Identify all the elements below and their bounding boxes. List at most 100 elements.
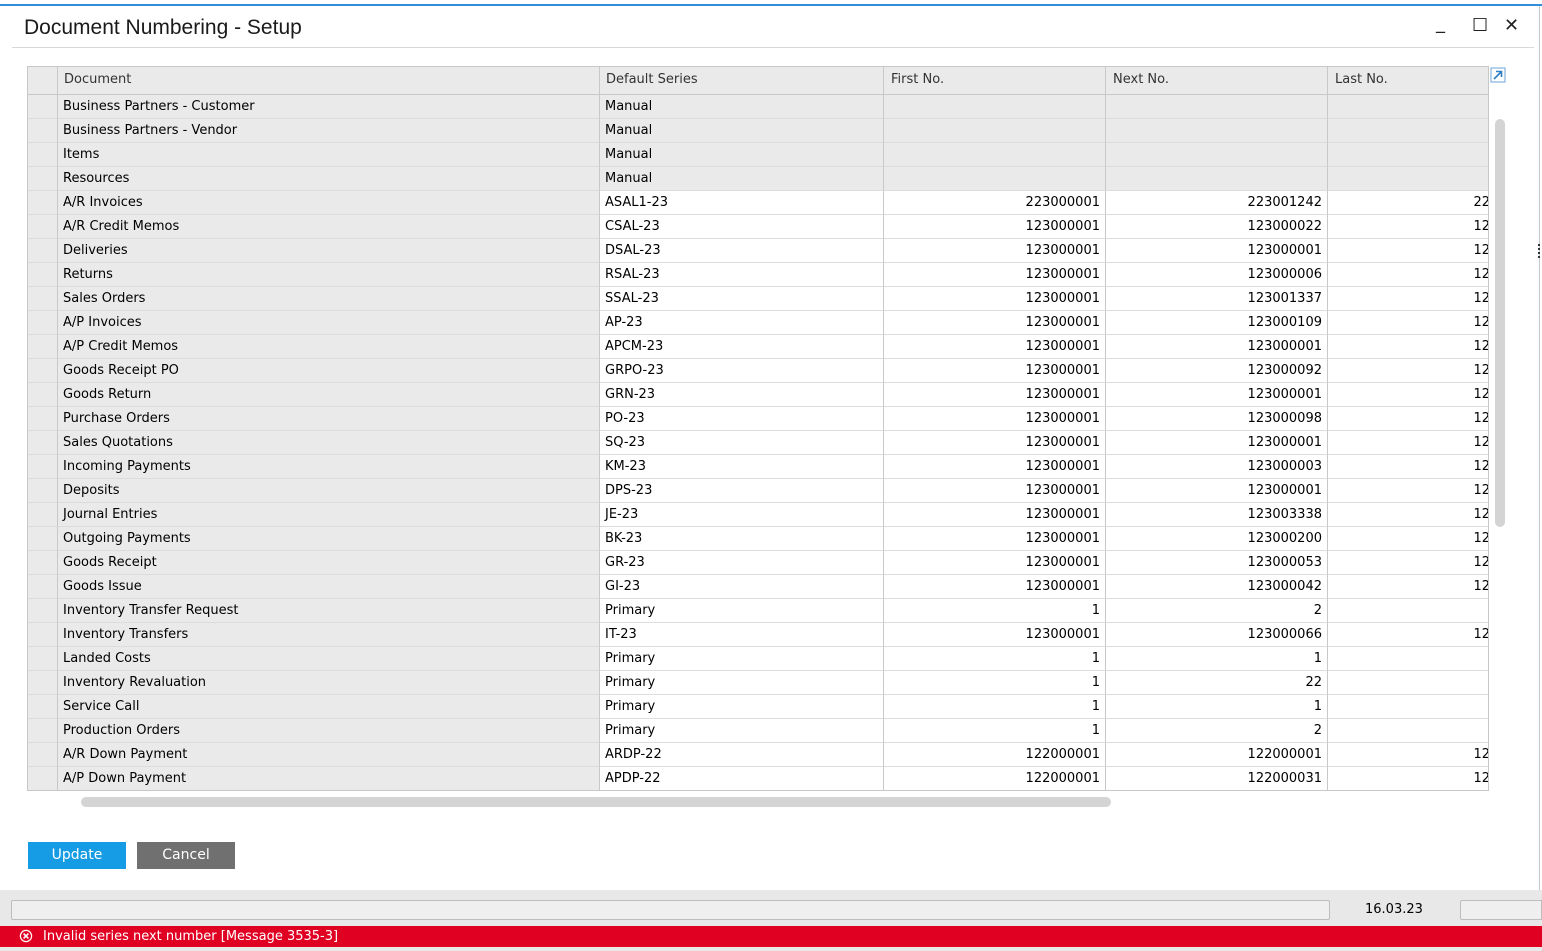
- cell-first-no[interactable]: 1: [884, 719, 1106, 743]
- cell-first-no[interactable]: 123000001: [884, 575, 1106, 599]
- cell-default-series[interactable]: DSAL-23: [600, 239, 884, 263]
- cell-next-no[interactable]: 123000200: [1106, 527, 1328, 551]
- row-selector[interactable]: [28, 623, 58, 647]
- row-selector[interactable]: [28, 167, 58, 191]
- column-header-default-series[interactable]: Default Series: [600, 67, 884, 94]
- cell-next-no[interactable]: 223001242: [1106, 191, 1328, 215]
- cell-default-series[interactable]: DPS-23: [600, 479, 884, 503]
- cell-default-series[interactable]: GR-23: [600, 551, 884, 575]
- table-row[interactable]: Service Call Primary 1 1: [28, 695, 1488, 719]
- row-selector[interactable]: [28, 191, 58, 215]
- cell-last-no[interactable]: 12: [1328, 263, 1488, 287]
- table-row[interactable]: Landed Costs Primary 1 1: [28, 647, 1488, 671]
- cell-last-no[interactable]: 12: [1328, 335, 1488, 359]
- cell-first-no[interactable]: 123000001: [884, 479, 1106, 503]
- table-row[interactable]: A/R Credit Memos CSAL-23 123000001 12300002…: [28, 215, 1488, 239]
- cell-next-no[interactable]: [1106, 119, 1328, 143]
- minimize-icon[interactable]: _: [1436, 14, 1445, 34]
- cell-first-no[interactable]: 1: [884, 647, 1106, 671]
- row-selector[interactable]: [28, 311, 58, 335]
- cell-next-no[interactable]: 123000042: [1106, 575, 1328, 599]
- maximize-icon[interactable]: ☐: [1472, 16, 1488, 36]
- cell-first-no[interactable]: [884, 95, 1106, 119]
- cell-next-no[interactable]: 123000001: [1106, 479, 1328, 503]
- cell-last-no[interactable]: [1328, 143, 1488, 167]
- row-selector[interactable]: [28, 695, 58, 719]
- table-row[interactable]: Resources Manual: [28, 167, 1488, 191]
- cell-last-no[interactable]: [1328, 671, 1488, 695]
- cell-last-no[interactable]: 12: [1328, 383, 1488, 407]
- cell-first-no[interactable]: 123000001: [884, 359, 1106, 383]
- cell-next-no[interactable]: 22: [1106, 671, 1328, 695]
- cell-default-series[interactable]: KM-23: [600, 455, 884, 479]
- row-selector[interactable]: [28, 407, 58, 431]
- row-selector[interactable]: [28, 359, 58, 383]
- cell-first-no[interactable]: 123000001: [884, 335, 1106, 359]
- row-selector[interactable]: [28, 119, 58, 143]
- cell-last-no[interactable]: 12: [1328, 311, 1488, 335]
- cell-default-series[interactable]: GI-23: [600, 575, 884, 599]
- cell-last-no[interactable]: [1328, 167, 1488, 191]
- cell-next-no[interactable]: 123000001: [1106, 431, 1328, 455]
- row-selector[interactable]: [28, 95, 58, 119]
- cell-default-series[interactable]: Manual: [600, 119, 884, 143]
- close-icon[interactable]: ✕: [1504, 16, 1519, 36]
- cell-first-no[interactable]: [884, 119, 1106, 143]
- cell-next-no[interactable]: 122000031: [1106, 767, 1328, 790]
- table-row[interactable]: Sales Quotations SQ-23 123000001 123000001 1…: [28, 431, 1488, 455]
- cell-first-no[interactable]: 123000001: [884, 263, 1106, 287]
- cell-last-no[interactable]: 12: [1328, 407, 1488, 431]
- cancel-button[interactable]: Cancel: [137, 842, 235, 869]
- cell-first-no[interactable]: 123000001: [884, 527, 1106, 551]
- table-row[interactable]: Inventory Revaluation Primary 1 22: [28, 671, 1488, 695]
- table-row[interactable]: Production Orders Primary 1 2: [28, 719, 1488, 743]
- cell-next-no[interactable]: [1106, 143, 1328, 167]
- cell-last-no[interactable]: 12: [1328, 479, 1488, 503]
- row-selector-header[interactable]: [28, 67, 58, 94]
- cell-default-series[interactable]: Primary: [600, 719, 884, 743]
- cell-last-no[interactable]: [1328, 647, 1488, 671]
- row-selector[interactable]: [28, 527, 58, 551]
- row-selector[interactable]: [28, 575, 58, 599]
- row-selector[interactable]: [28, 599, 58, 623]
- cell-default-series[interactable]: CSAL-23: [600, 215, 884, 239]
- cell-first-no[interactable]: 123000001: [884, 215, 1106, 239]
- cell-last-no[interactable]: [1328, 95, 1488, 119]
- cell-last-no[interactable]: 12: [1328, 431, 1488, 455]
- cell-last-no[interactable]: 12: [1328, 575, 1488, 599]
- cell-default-series[interactable]: GRPO-23: [600, 359, 884, 383]
- table-row[interactable]: Purchase Orders PO-23 123000001 123000098 12: [28, 407, 1488, 431]
- cell-default-series[interactable]: BK-23: [600, 527, 884, 551]
- table-row[interactable]: Goods Return GRN-23 123000001 123000001 12: [28, 383, 1488, 407]
- cell-last-no[interactable]: 12: [1328, 743, 1488, 767]
- cell-default-series[interactable]: RSAL-23: [600, 263, 884, 287]
- column-header-first-no[interactable]: First No.: [884, 67, 1106, 94]
- cell-next-no[interactable]: [1106, 167, 1328, 191]
- column-header-next-no[interactable]: Next No.: [1106, 67, 1328, 94]
- update-button[interactable]: Update: [28, 842, 126, 869]
- cell-default-series[interactable]: PO-23: [600, 407, 884, 431]
- row-selector[interactable]: [28, 671, 58, 695]
- cell-last-no[interactable]: 12: [1328, 503, 1488, 527]
- row-selector[interactable]: [28, 383, 58, 407]
- cell-default-series[interactable]: ARDP-22: [600, 743, 884, 767]
- table-row[interactable]: Goods Issue GI-23 123000001 123000042 12: [28, 575, 1488, 599]
- row-selector[interactable]: [28, 431, 58, 455]
- cell-last-no[interactable]: 12: [1328, 287, 1488, 311]
- cell-next-no[interactable]: 1: [1106, 647, 1328, 671]
- column-header-last-no[interactable]: Last No.: [1328, 67, 1488, 94]
- cell-last-no[interactable]: 12: [1328, 623, 1488, 647]
- cell-last-no[interactable]: 22: [1328, 191, 1488, 215]
- table-row[interactable]: A/P Invoices AP-23 123000001 123000109 12: [28, 311, 1488, 335]
- row-selector[interactable]: [28, 479, 58, 503]
- cell-default-series[interactable]: AP-23: [600, 311, 884, 335]
- cell-next-no[interactable]: 123000092: [1106, 359, 1328, 383]
- cell-default-series[interactable]: IT-23: [600, 623, 884, 647]
- cell-next-no[interactable]: 123000022: [1106, 215, 1328, 239]
- table-row[interactable]: Business Partners - Vendor Manual: [28, 119, 1488, 143]
- cell-first-no[interactable]: 123000001: [884, 383, 1106, 407]
- cell-first-no[interactable]: 123000001: [884, 623, 1106, 647]
- cell-default-series[interactable]: APDP-22: [600, 767, 884, 790]
- table-row[interactable]: Goods Receipt PO GRPO-23 123000001 12300009…: [28, 359, 1488, 383]
- cell-last-no[interactable]: 12: [1328, 359, 1488, 383]
